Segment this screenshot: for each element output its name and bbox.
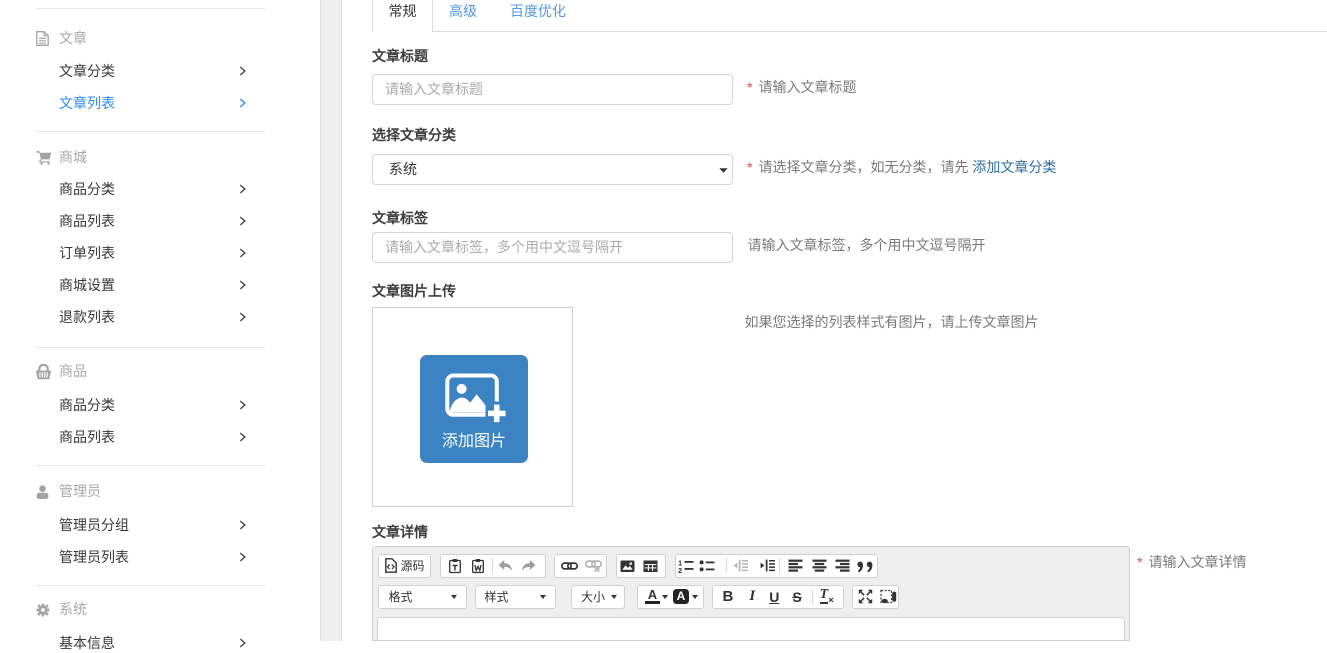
svg-text:2: 2 [678,566,682,573]
